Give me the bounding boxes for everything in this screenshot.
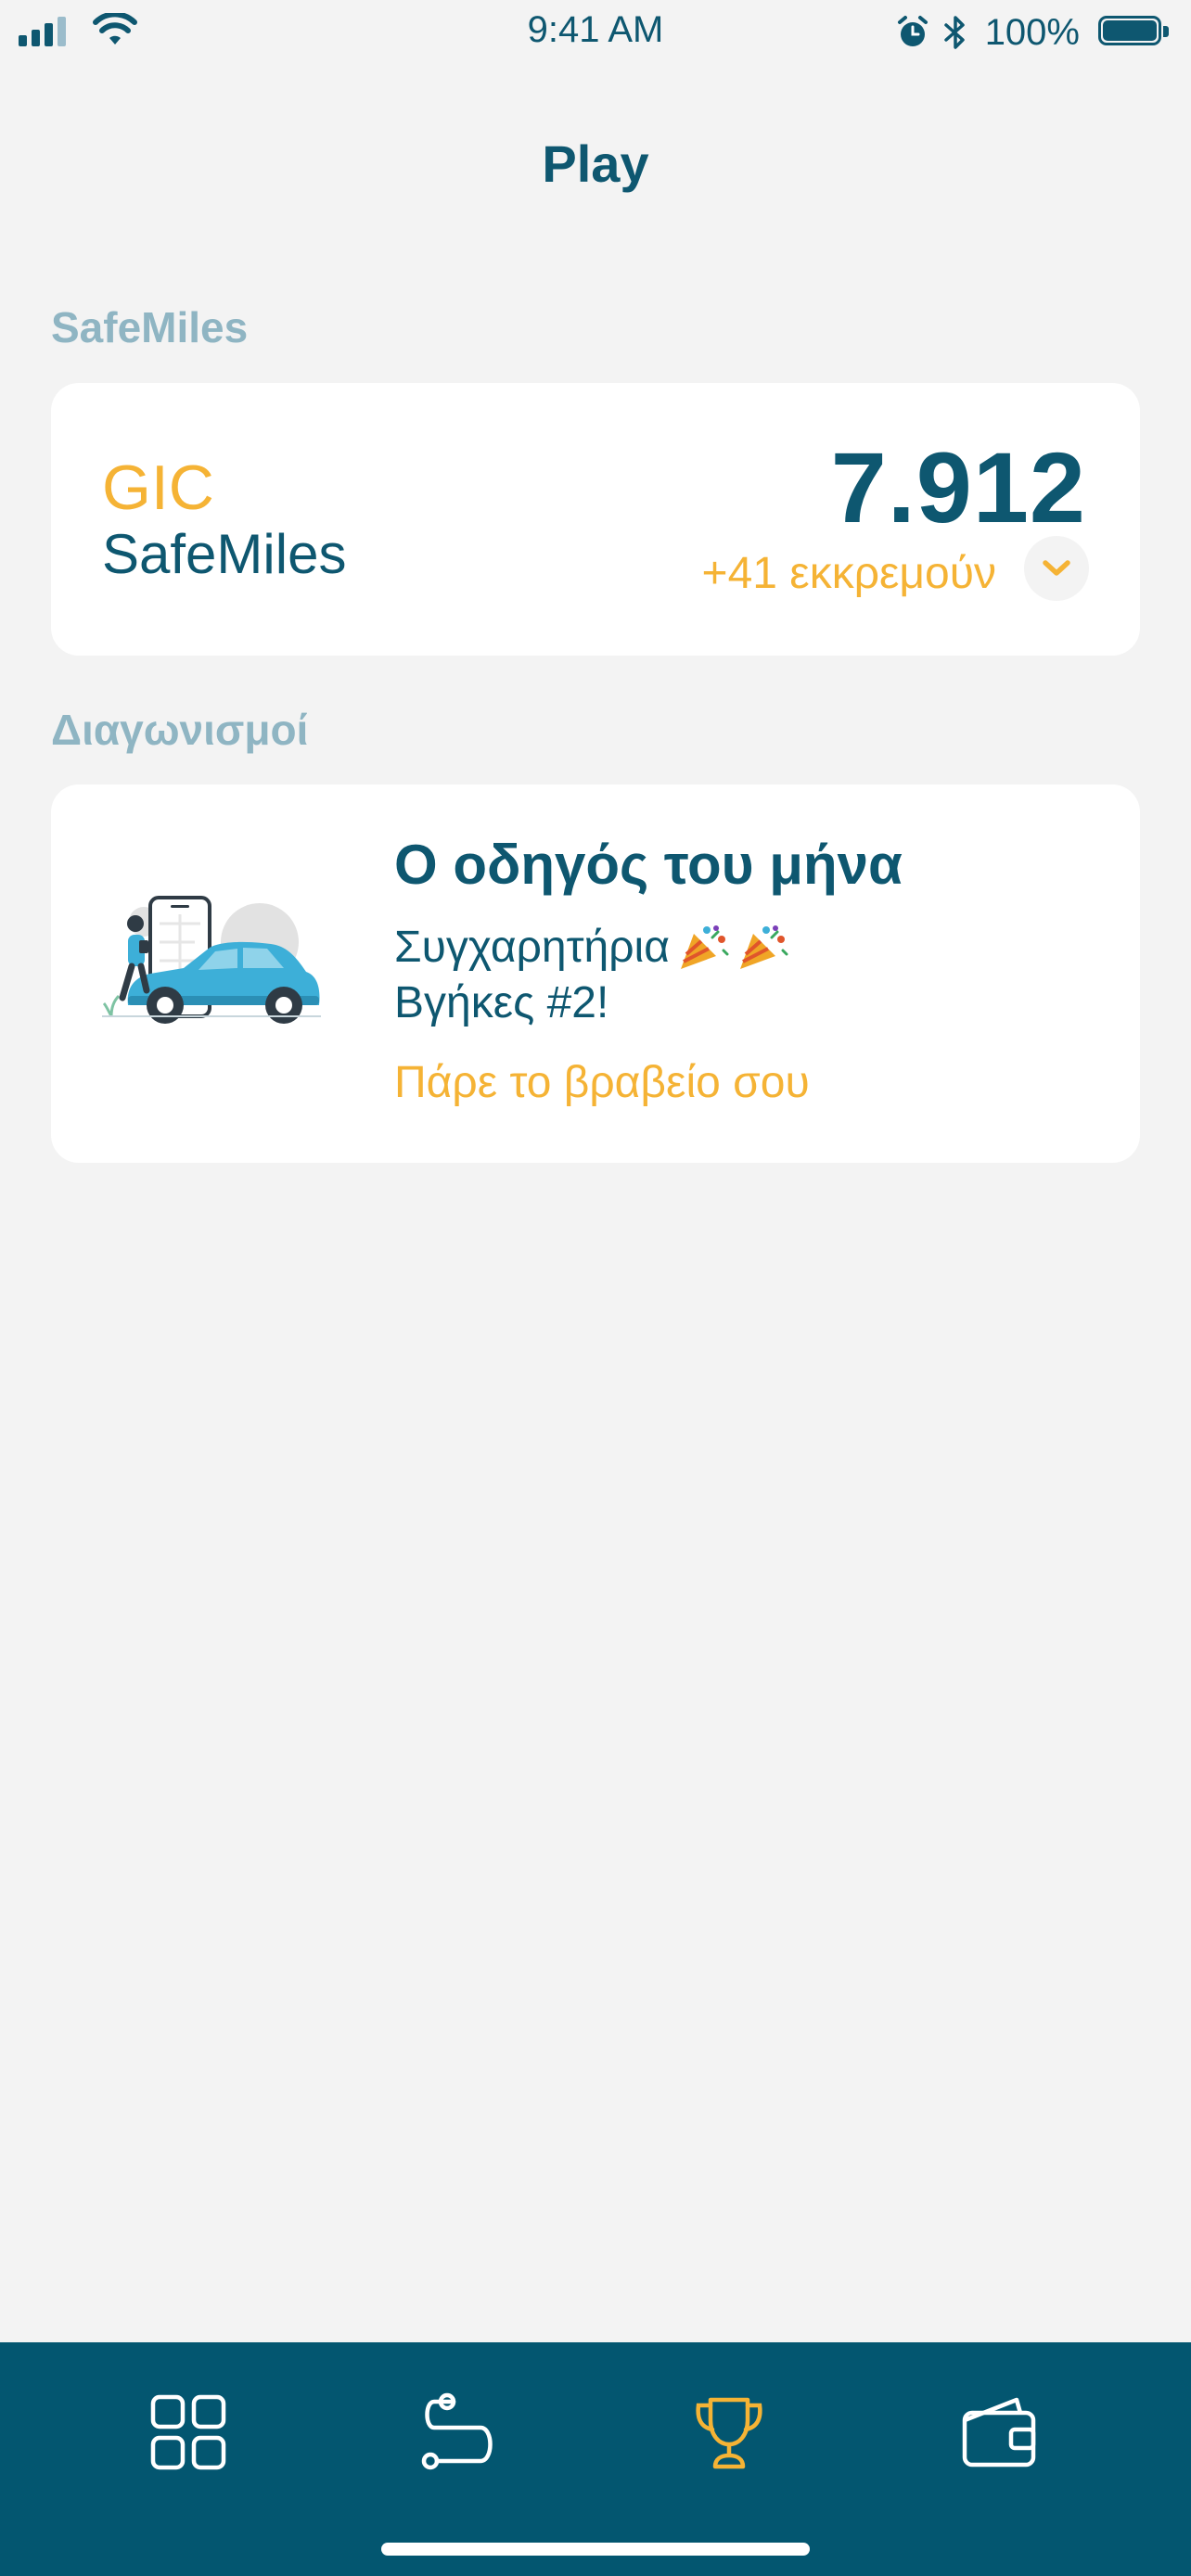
contest-congrats-text: Συγχαρητήρια — [394, 923, 670, 972]
safemiles-card[interactable]: GIC SafeMiles 7.912 +41 εκκρεμούν — [51, 383, 1140, 656]
claim-prize-link[interactable]: Πάρε το βραβείο σου — [394, 1057, 810, 1108]
tab-wallet[interactable] — [948, 2381, 1050, 2483]
tab-trips[interactable] — [408, 2381, 510, 2483]
party-popper-icon — [739, 925, 788, 969]
contest-title: Ο οδηγός του μήνα — [394, 834, 903, 896]
battery-percent: 100% — [984, 11, 1080, 53]
bluetooth-icon — [943, 16, 965, 49]
tab-bar — [0, 2342, 1191, 2576]
contest-card[interactable]: Ο οδηγός του μήνα Συγχαρητήρια Βγήκες #2… — [51, 784, 1140, 1163]
trophy-icon — [696, 2397, 762, 2469]
safemiles-name: SafeMiles — [102, 523, 347, 585]
expand-button[interactable] — [1024, 536, 1089, 601]
status-bar: 9:41 AM 100% — [0, 0, 1191, 67]
party-popper-icon — [680, 925, 729, 969]
contest-rank: Βγήκες #2! — [394, 978, 609, 1027]
safemiles-pending: +41 εκκρεμούν — [701, 549, 996, 598]
safemiles-points: 7.912 — [830, 431, 1086, 543]
car-with-driver-illustration — [102, 896, 321, 1024]
contest-congrats: Συγχαρητήρια — [394, 922, 788, 973]
safemiles-brand: GIC — [102, 453, 214, 523]
section-label-contests: Διαγωνισμοί — [51, 706, 309, 754]
battery-icon — [1098, 16, 1171, 49]
chevron-down-icon — [1043, 560, 1070, 576]
dashboard-grid-icon — [150, 2394, 226, 2470]
alarm-icon — [897, 16, 928, 46]
home-indicator — [381, 2543, 810, 2556]
route-icon — [421, 2392, 493, 2470]
section-label-safemiles: SafeMiles — [51, 303, 249, 351]
tab-play[interactable] — [678, 2381, 780, 2483]
wallet-icon — [962, 2397, 1036, 2468]
tab-dashboard[interactable] — [137, 2381, 239, 2483]
page-title: Play — [542, 134, 649, 193]
